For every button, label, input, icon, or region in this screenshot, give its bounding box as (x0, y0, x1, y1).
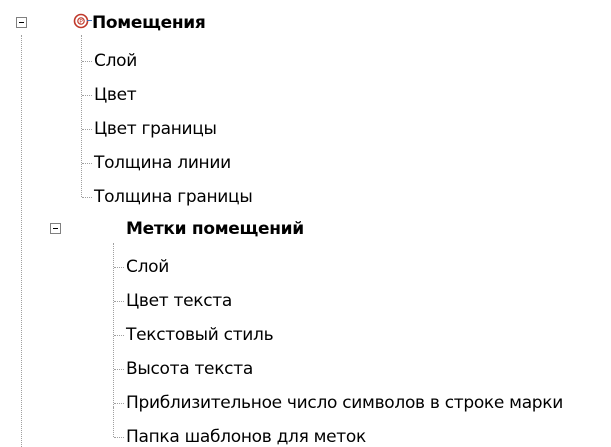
svg-text:P: P (79, 19, 83, 26)
tree-branch (114, 267, 124, 268)
tree-branch (82, 197, 92, 198)
tree-branch (114, 369, 124, 370)
tree-item-layer[interactable]: Слой (94, 49, 137, 73)
tree-item-label: Слой (94, 51, 137, 71)
tree-item-label: Толщина границы (94, 187, 253, 207)
tree-node-root-label: Помещения (92, 13, 206, 33)
tree-connector-outer (21, 35, 22, 447)
tree-node-root[interactable]: Помещения (92, 11, 206, 35)
tree-item-label: Приблизительное число символов в строке … (126, 393, 564, 413)
tree-item-color[interactable]: Цвет (94, 83, 137, 107)
tree-item-border-color[interactable]: Цвет границы (94, 117, 217, 141)
tree-item-label: Толщина линии (94, 153, 231, 173)
tree-node-room-tags-label: Метки помещений (126, 219, 304, 239)
tree-connector-root (81, 35, 82, 197)
tree-item-label: Папка шаблонов для меток (126, 427, 366, 447)
tree-item-label: Текстовый стиль (126, 325, 274, 345)
tree-item-text-style[interactable]: Текстовый стиль (126, 323, 274, 347)
tree-item-label: Цвет границы (94, 119, 217, 139)
tree-branch (114, 301, 124, 302)
tree-item-line-weight[interactable]: Толщина линии (94, 151, 231, 175)
property-tree: P Помещения Слой Цвет Цвет границы Толщи… (0, 0, 611, 447)
tree-branch (82, 163, 92, 164)
tree-item-label: Высота текста (126, 359, 253, 379)
collapse-toggle-root[interactable] (16, 17, 27, 28)
tree-item-label: Слой (126, 257, 169, 277)
tree-item-label: Цвет текста (126, 291, 232, 311)
tree-item-template-folder[interactable]: Папка шаблонов для меток (126, 425, 366, 447)
tree-branch (114, 335, 124, 336)
tree-item-chars-per-line[interactable]: Приблизительное число символов в строке … (126, 391, 563, 415)
tree-item-text-height[interactable]: Высота текста (126, 357, 253, 381)
tree-connector-group-tail (113, 407, 114, 437)
tree-item-border-weight[interactable]: Толщина границы (94, 185, 253, 209)
tree-branch (82, 95, 92, 96)
tree-branch (114, 403, 124, 404)
collapse-toggle-room-tags[interactable] (50, 223, 61, 234)
tree-branch (82, 61, 92, 62)
tree-item-tag-layer[interactable]: Слой (126, 255, 169, 279)
tree-item-label: Цвет (94, 85, 137, 105)
tree-branch (82, 129, 92, 130)
tree-item-text-color[interactable]: Цвет текста (126, 289, 232, 313)
tree-branch (114, 437, 124, 438)
tree-node-room-tags[interactable]: Метки помещений (126, 217, 304, 241)
